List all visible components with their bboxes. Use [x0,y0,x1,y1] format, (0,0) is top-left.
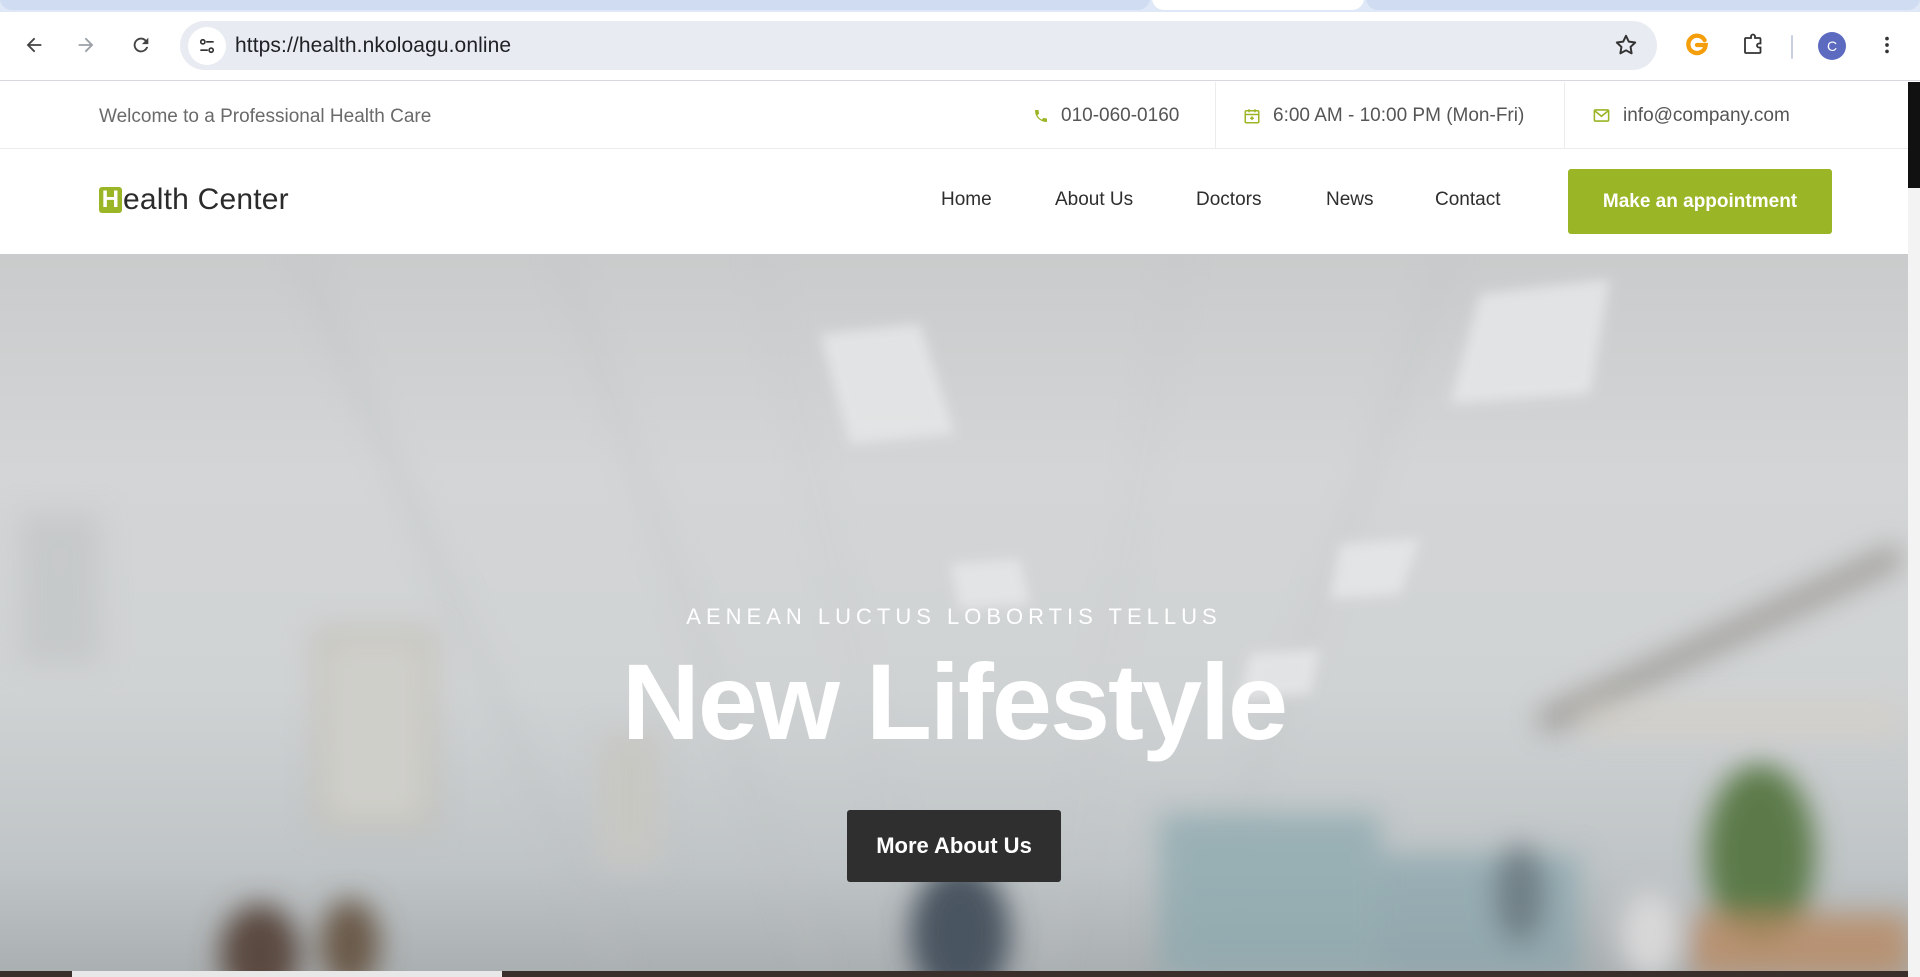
email-address: info@company.com [1623,104,1790,126]
scrollbar-track[interactable] [1908,82,1920,977]
address-bar[interactable]: https://health.nkoloagu.online [180,21,1657,70]
page-viewport: Welcome to a Professional Health Care 01… [0,82,1908,977]
forward-arrow-icon [78,37,94,53]
reload-button[interactable] [121,25,161,65]
nav-link-contact[interactable]: Contact [1435,189,1500,211]
bookmark-button[interactable] [1613,32,1639,63]
forward-button[interactable] [66,25,106,65]
more-menu-button[interactable] [1867,25,1907,65]
nav-link-doctors[interactable]: Doctors [1196,189,1261,211]
bookmark-star-icon [1615,34,1637,55]
logo-mark: H [99,187,122,213]
phone-number: 010-060-0160 [1061,104,1180,126]
more-menu-icon [1885,36,1889,54]
extension-g-icon [1686,33,1709,56]
browser-tab[interactable] [0,0,1150,10]
phone-info[interactable]: 010-060-0160 [1033,82,1179,149]
calendar-icon [1244,108,1260,123]
hours-info: 6:00 AM - 10:00 PM (Mon-Fri) [1243,82,1524,149]
slider-thumbnail-strip [0,971,1908,977]
info-divider [1215,82,1216,149]
site-settings-icon [199,38,215,54]
hero-title: New Lifestyle [621,641,1288,762]
hero-banner: AENEAN LUCTUS LOBORTIS TELLUS New Lifest… [0,254,1908,977]
slider-thumbnail-active[interactable] [72,971,502,977]
extension-button[interactable] [1677,25,1717,65]
opening-hours: 6:00 AM - 10:00 PM (Mon-Fri) [1273,104,1525,126]
nav-link-home[interactable]: Home [941,189,992,211]
nav-link-news[interactable]: News [1326,189,1374,211]
welcome-text: Welcome to a Professional Health Care [99,106,432,127]
site-settings-button[interactable] [188,27,226,65]
envelope-icon [1593,109,1610,122]
browser-toolbar: https://health.nkoloagu.online C [0,12,1920,81]
main-navbar: H ealth Center Home About Us Doctors New… [0,149,1908,254]
tab-strip [0,0,1920,12]
nav-link-about-us[interactable]: About Us [1055,189,1133,211]
back-button[interactable] [14,25,54,65]
info-bar: Welcome to a Professional Health Care 01… [0,82,1908,149]
extensions-button[interactable] [1733,25,1773,65]
extensions-puzzle-icon [1744,33,1762,54]
toolbar-divider [1791,35,1793,59]
logo-text: ealth Center [123,183,289,216]
hero-subtitle: AENEAN LUCTUS LOBORTIS TELLUS [686,604,1222,629]
phone-icon [1035,109,1047,122]
more-about-us-button[interactable]: More About Us [847,810,1061,882]
scrollbar-thumb[interactable] [1908,82,1920,188]
back-arrow-icon [26,37,42,53]
reload-icon [133,37,149,53]
email-info[interactable]: info@company.com [1592,82,1790,149]
make-appointment-button[interactable]: Make an appointment [1568,169,1832,234]
info-divider [1564,82,1565,149]
profile-avatar[interactable]: C [1818,32,1846,60]
url-text[interactable]: https://health.nkoloagu.online [235,34,511,58]
site-logo[interactable]: H ealth Center [99,183,289,217]
browser-tab[interactable] [1366,0,1920,10]
browser-tab-active[interactable] [1152,0,1364,10]
